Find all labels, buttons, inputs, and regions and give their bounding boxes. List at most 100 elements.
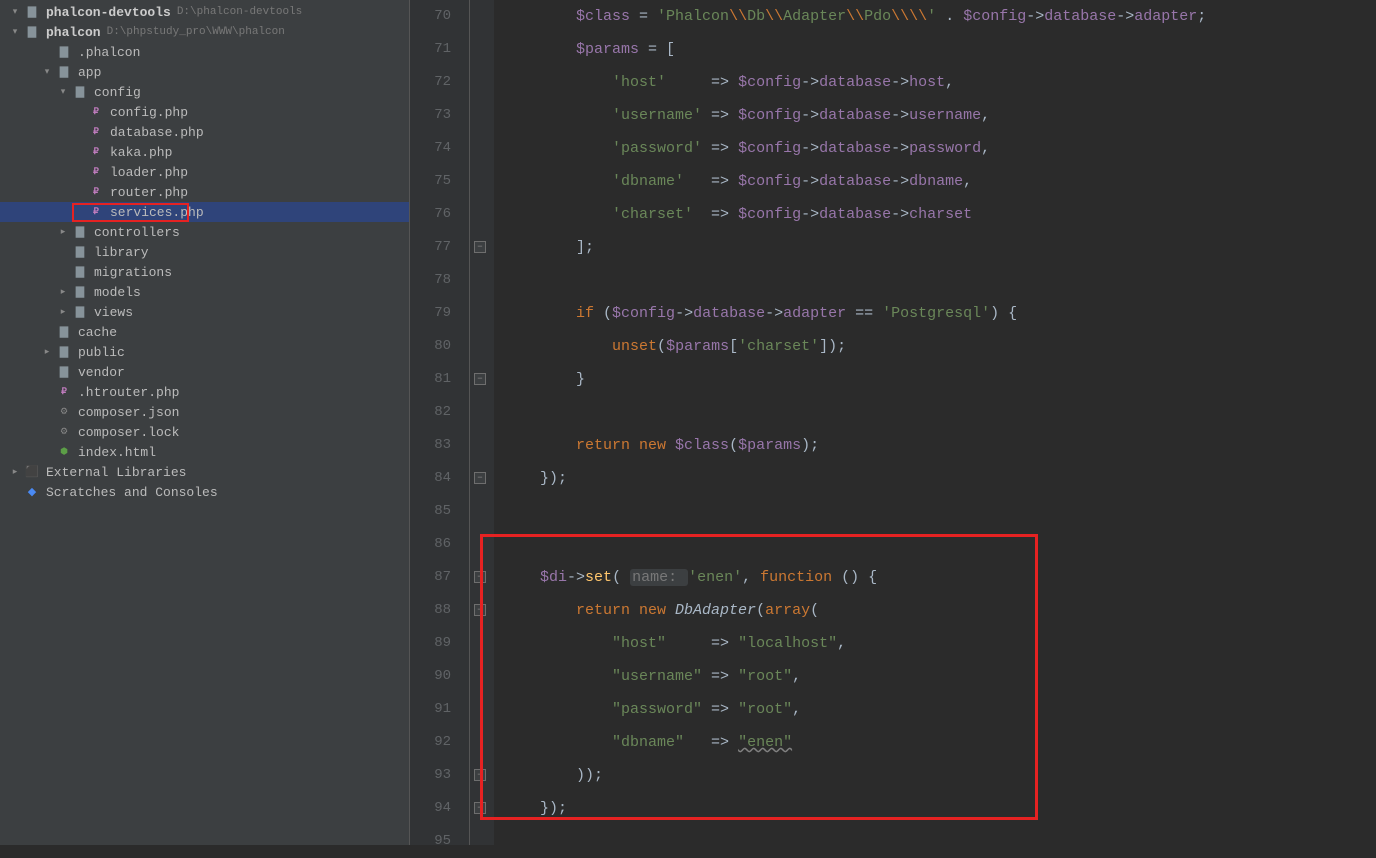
chevron-right-icon[interactable]: ▸ <box>10 467 20 477</box>
code-line[interactable]: 'host' => $config->database->host, <box>504 66 1376 99</box>
code-line[interactable]: if ($config->database->adapter == 'Postg… <box>504 297 1376 330</box>
code-line[interactable]: return new DbAdapter(array( <box>504 594 1376 627</box>
line-number: 87 <box>410 561 451 594</box>
code-line[interactable]: 'dbname' => $config->database->dbname, <box>504 165 1376 198</box>
tree-item-label: services.php <box>110 205 204 220</box>
code-line[interactable]: )); <box>504 759 1376 792</box>
code-line[interactable]: return new $class($params); <box>504 429 1376 462</box>
fold-handle[interactable]: − <box>474 769 486 781</box>
fold-handle[interactable]: − <box>474 241 486 253</box>
fold-handle[interactable]: − <box>474 571 486 583</box>
tree-item[interactable]: ▾▇config <box>0 82 409 102</box>
code-line[interactable]: $params = [ <box>504 33 1376 66</box>
chevron-right-icon[interactable]: ▸ <box>42 347 52 357</box>
php-file-icon: ₽ <box>88 184 104 200</box>
line-number: 89 <box>410 627 451 660</box>
php-file-icon: ₽ <box>88 124 104 140</box>
chevron-down-icon[interactable]: ▾ <box>10 7 20 17</box>
tree-item[interactable]: ·▇library <box>0 242 409 262</box>
code-line[interactable] <box>504 528 1376 561</box>
tree-item[interactable]: ▾▇phalconD:\phpstudy_pro\WWW\phalcon <box>0 22 409 42</box>
tree-item-label: Scratches and Consoles <box>46 485 218 500</box>
tree-item[interactable]: ·₽kaka.php <box>0 142 409 162</box>
line-number: 78 <box>410 264 451 297</box>
json-file-icon: ⚙ <box>56 404 72 420</box>
chevron-right-icon[interactable]: ▸ <box>58 227 68 237</box>
fold-handle[interactable]: − <box>474 604 486 616</box>
line-number: 83 <box>410 429 451 462</box>
line-number: 75 <box>410 165 451 198</box>
code-line[interactable] <box>504 396 1376 429</box>
tree-item-label: config <box>94 85 141 100</box>
tree-item[interactable]: ·▇cache <box>0 322 409 342</box>
code-line[interactable] <box>504 825 1376 858</box>
tree-item[interactable]: ·⬢index.html <box>0 442 409 462</box>
folder-icon: ▇ <box>72 264 88 280</box>
php-file-icon: ₽ <box>56 384 72 400</box>
code-line[interactable] <box>504 495 1376 528</box>
tree-item[interactable]: ·◆Scratches and Consoles <box>0 482 409 502</box>
tree-item-label: index.html <box>78 445 156 460</box>
fold-handle[interactable]: − <box>474 802 486 814</box>
code-editor[interactable]: 7071727374757677787980818283848586878889… <box>410 0 1376 845</box>
line-number: 90 <box>410 660 451 693</box>
chevron-down-icon[interactable]: ▾ <box>42 67 52 77</box>
tree-item[interactable]: ·⚙composer.json <box>0 402 409 422</box>
code-line[interactable]: ]; <box>504 231 1376 264</box>
tree-item[interactable]: ▾▇app <box>0 62 409 82</box>
tree-item-label: phalcon-devtools <box>46 5 171 20</box>
tree-item[interactable]: ▸⬛External Libraries <box>0 462 409 482</box>
tree-item[interactable]: ·⚙composer.lock <box>0 422 409 442</box>
code-line[interactable]: 'charset' => $config->database->charset <box>504 198 1376 231</box>
tree-item-label: app <box>78 65 101 80</box>
line-number: 85 <box>410 495 451 528</box>
line-number: 95 <box>410 825 451 858</box>
code-line[interactable] <box>504 264 1376 297</box>
tree-item[interactable]: ▸▇models <box>0 282 409 302</box>
code-line[interactable]: $class = 'Phalcon\\Db\\Adapter\\Pdo\\\\'… <box>504 0 1376 33</box>
tree-item[interactable]: ▸▇controllers <box>0 222 409 242</box>
fold-handle[interactable]: − <box>474 472 486 484</box>
chevron-down-icon[interactable]: ▾ <box>10 27 20 37</box>
code-line[interactable]: }); <box>504 792 1376 825</box>
tree-item[interactable]: ·₽router.php <box>0 182 409 202</box>
tree-item[interactable]: ·₽config.php <box>0 102 409 122</box>
tree-item[interactable]: ·₽services.php <box>0 202 409 222</box>
code-line[interactable]: 'password' => $config->database->passwor… <box>504 132 1376 165</box>
tree-item[interactable]: ▸▇views <box>0 302 409 322</box>
line-number: 77 <box>410 231 451 264</box>
code-line[interactable]: "username" => "root", <box>504 660 1376 693</box>
code-line[interactable]: "password" => "root", <box>504 693 1376 726</box>
tree-item[interactable]: ·₽.htrouter.php <box>0 382 409 402</box>
project-tree[interactable]: ▾▇phalcon-devtoolsD:\phalcon-devtools▾▇p… <box>0 0 410 845</box>
tree-item[interactable]: ·▇migrations <box>0 262 409 282</box>
folder-icon: ▇ <box>24 24 40 40</box>
line-number: 73 <box>410 99 451 132</box>
chevron-right-icon[interactable]: ▸ <box>58 287 68 297</box>
tree-item-path: D:\phpstudy_pro\WWW\phalcon <box>107 26 285 38</box>
line-number: 84 <box>410 462 451 495</box>
fold-handle[interactable]: − <box>474 373 486 385</box>
code-line[interactable]: $di->set( name: 'enen', function () { <box>504 561 1376 594</box>
tree-item[interactable]: ·▇vendor <box>0 362 409 382</box>
code-line[interactable]: unset($params['charset']); <box>504 330 1376 363</box>
tree-item[interactable]: ▸▇public <box>0 342 409 362</box>
code-line[interactable]: } <box>504 363 1376 396</box>
tree-item-label: library <box>94 245 149 260</box>
json-file-icon: ⚙ <box>56 424 72 440</box>
chevron-right-icon[interactable]: ▸ <box>58 307 68 317</box>
tree-item[interactable]: ·₽loader.php <box>0 162 409 182</box>
folder-icon: ▇ <box>72 224 88 240</box>
line-number: 74 <box>410 132 451 165</box>
code-area[interactable]: $class = 'Phalcon\\Db\\Adapter\\Pdo\\\\'… <box>494 0 1376 845</box>
folder-icon: ▇ <box>56 364 72 380</box>
code-line[interactable]: }); <box>504 462 1376 495</box>
php-file-icon: ₽ <box>88 204 104 220</box>
chevron-down-icon[interactable]: ▾ <box>58 87 68 97</box>
code-line[interactable]: "dbname" => "enen" <box>504 726 1376 759</box>
code-line[interactable]: "host" => "localhost", <box>504 627 1376 660</box>
tree-item[interactable]: ▾▇phalcon-devtoolsD:\phalcon-devtools <box>0 2 409 22</box>
code-line[interactable]: 'username' => $config->database->usernam… <box>504 99 1376 132</box>
tree-item[interactable]: ·▇.phalcon <box>0 42 409 62</box>
tree-item[interactable]: ·₽database.php <box>0 122 409 142</box>
